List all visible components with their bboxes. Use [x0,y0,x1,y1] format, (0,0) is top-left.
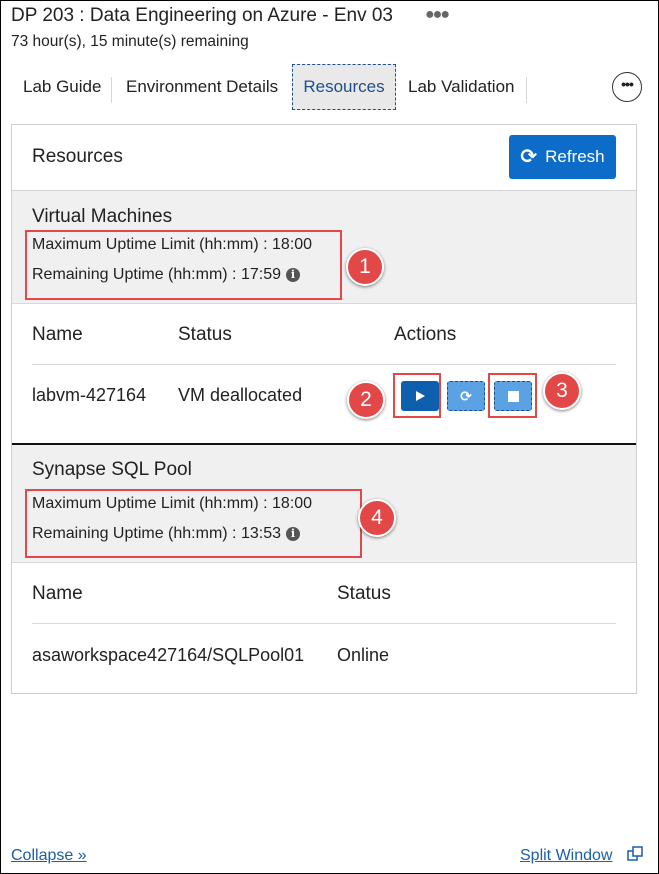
tab-resources[interactable]: Resources [292,64,396,110]
tab-environment-details[interactable]: Environment Details [126,64,278,110]
sql-row-status: Online [337,645,390,665]
callout-box-3 [488,373,537,418]
split-window-icon[interactable] [627,846,643,862]
time-remaining: 73 hour(s), 15 minute(s) remaining [11,33,249,50]
sql-row-name: asaworkspace427164/SQLPool01 [32,645,305,665]
split-window-link[interactable]: Split Window [520,847,612,865]
vm-col-actions: Actions [394,324,457,345]
sql-pool-section-title: Synapse SQL Pool [32,459,192,480]
callout-badge-2: 2 [347,381,385,419]
vm-section-title: Virtual Machines [32,206,173,227]
tab-lab-validation[interactable]: Lab Validation [408,64,515,110]
tab-divider [111,77,112,103]
callout-badge-1: 1 [346,248,384,286]
vm-col-name: Name [32,324,83,345]
table-header-divider [32,623,616,624]
restart-icon: ⟳ [460,387,472,404]
refresh-label: Refresh [545,147,605,166]
callout-badge-4: 4 [358,499,396,537]
collapse-link[interactable]: Collapse » [11,847,87,865]
sql-col-name: Name [32,583,83,604]
split-window-label: Split Window [520,847,613,864]
resources-title: Resources [32,146,123,167]
vm-row-status: VM deallocated [178,385,303,405]
lab-title: DP 203 : Data Engineering on Azure - Env… [11,5,394,26]
callout-box-4 [25,489,362,558]
more-dots-icon[interactable]: ●●● [425,6,450,24]
vm-table-area [12,304,636,443]
table-header-divider [32,364,616,365]
refresh-button[interactable]: ⟳ Refresh [509,135,616,179]
callout-box-1 [25,230,342,300]
vm-col-status: Status [178,324,232,345]
restart-vm-button[interactable]: ⟳ [447,381,485,411]
refresh-icon: ⟳ [520,146,538,168]
more-options-button[interactable]: ••• [612,72,642,102]
callout-badge-3: 3 [543,372,581,410]
sql-col-status: Status [337,583,391,604]
more-horizontal-icon: ••• [621,76,634,92]
vm-row-name: labvm-427164 [32,385,147,405]
callout-box-2 [393,373,441,418]
section-divider-strong [12,443,636,445]
tab-divider [526,77,527,103]
sql-table-area [12,563,636,693]
tab-lab-guide[interactable]: Lab Guide [23,64,101,110]
